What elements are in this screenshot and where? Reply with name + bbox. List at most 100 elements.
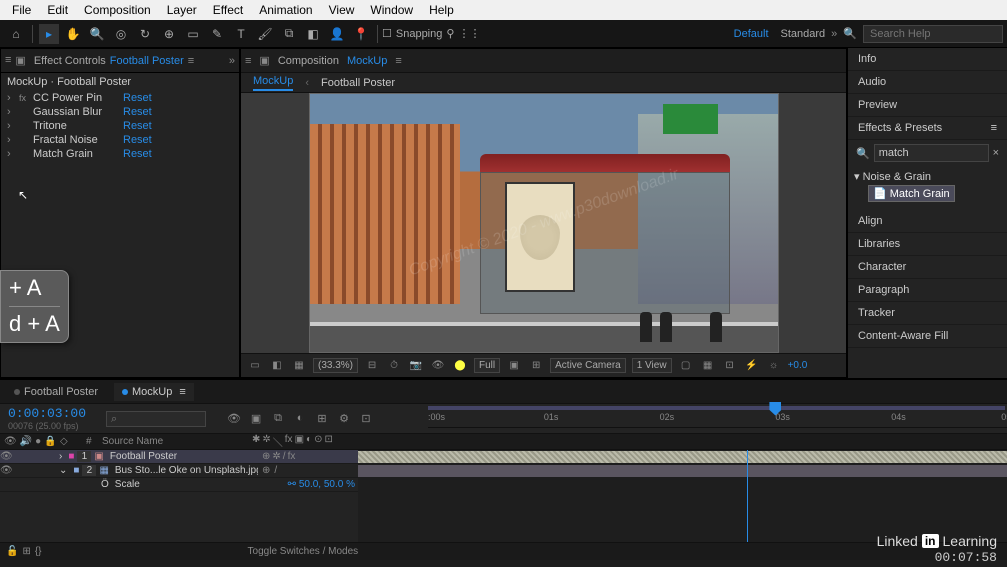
camera-dropdown[interactable]: Active Camera bbox=[550, 358, 626, 373]
menu-composition[interactable]: Composition bbox=[76, 1, 159, 19]
fx-badge-icon[interactable] bbox=[19, 149, 33, 159]
tree-group[interactable]: ▾ Noise & Grain bbox=[854, 168, 1001, 185]
effect-reset-link[interactable]: Reset bbox=[123, 148, 152, 160]
character-panel-header[interactable]: Character bbox=[848, 256, 1007, 279]
view-opt3-icon[interactable]: ⊡ bbox=[722, 358, 738, 374]
disclosure-icon[interactable]: › bbox=[7, 134, 19, 146]
rotate-tool-icon[interactable]: ↻ bbox=[135, 24, 155, 44]
menu-window[interactable]: Window bbox=[362, 1, 421, 19]
anchor-tool-icon[interactable]: ⊕ bbox=[159, 24, 179, 44]
eye-toggle[interactable]: 👁 bbox=[0, 451, 13, 462]
layer-bar[interactable] bbox=[358, 451, 1007, 463]
menu-file[interactable]: File bbox=[4, 1, 39, 19]
timeline-track-area[interactable] bbox=[358, 450, 1007, 542]
alpha-icon[interactable]: ◧ bbox=[269, 358, 285, 374]
property-row[interactable]: Ö Scale ⚯ 50.0, 50.0 % bbox=[0, 478, 358, 492]
effects-presets-header[interactable]: Effects & Presets ≡ bbox=[848, 117, 1007, 140]
disclosure-icon[interactable]: › bbox=[56, 451, 65, 462]
view-opt1-icon[interactable]: ▢ bbox=[678, 358, 694, 374]
disclosure-icon[interactable]: › bbox=[7, 148, 19, 160]
disclosure-icon[interactable]: › bbox=[7, 120, 19, 132]
grid-icon[interactable]: ⊞ bbox=[528, 358, 544, 374]
label-color-icon[interactable]: ■ bbox=[70, 465, 82, 476]
panel-lock-icon[interactable]: ≡ bbox=[245, 55, 251, 67]
tl-footer-icon[interactable]: {} bbox=[35, 546, 42, 557]
eye-toggle[interactable]: 👁 bbox=[0, 465, 13, 476]
tl-footer-icon[interactable]: 🔓 bbox=[6, 546, 18, 557]
panel-overflow-icon[interactable]: » bbox=[229, 55, 235, 67]
libraries-panel-header[interactable]: Libraries bbox=[848, 233, 1007, 256]
render-icon[interactable]: ⊡ bbox=[358, 412, 374, 425]
fx-badge-icon[interactable] bbox=[19, 107, 33, 117]
disclosure-icon[interactable]: › bbox=[7, 92, 19, 104]
menu-view[interactable]: View bbox=[321, 1, 363, 19]
brush-tool-icon[interactable]: 🖌 bbox=[255, 24, 275, 44]
stopwatch-icon[interactable]: Ö bbox=[98, 479, 112, 490]
shy-icon[interactable]: 👁 bbox=[226, 412, 242, 425]
tl-footer-icon[interactable]: ⊞ bbox=[22, 546, 30, 557]
content-aware-fill-header[interactable]: Content-Aware Fill bbox=[848, 325, 1007, 348]
roto-tool-icon[interactable]: 👤 bbox=[327, 24, 347, 44]
frame-blend-icon[interactable]: ⧉ bbox=[270, 412, 286, 425]
layer-row[interactable]: 👁 › ■ 1 ▣ Football Poster ⊕✲/fx bbox=[0, 450, 358, 464]
breadcrumb-item[interactable]: Football Poster bbox=[321, 77, 395, 89]
label-color-icon[interactable]: ■ bbox=[65, 451, 77, 462]
property-value[interactable]: ⚯ 50.0, 50.0 % bbox=[285, 479, 358, 490]
timecode-icon[interactable]: ⏱ bbox=[386, 358, 402, 374]
workspace-standard[interactable]: Standard bbox=[781, 28, 826, 40]
time-ruler[interactable]: :00s 01s 02s 03s 04s 05s bbox=[428, 410, 1007, 428]
hand-tool-icon[interactable]: ✋ bbox=[63, 24, 83, 44]
home-icon[interactable]: ⌂ bbox=[6, 24, 26, 44]
menu-edit[interactable]: Edit bbox=[39, 1, 76, 19]
effect-row[interactable]: › Tritone Reset bbox=[1, 119, 239, 133]
stamp-tool-icon[interactable]: ⧉ bbox=[279, 24, 299, 44]
disclosure-icon[interactable]: ⌄ bbox=[56, 465, 70, 476]
fx-badge-icon[interactable] bbox=[19, 135, 33, 145]
zoom-tool-icon[interactable]: 🔍 bbox=[87, 24, 107, 44]
selection-tool-icon[interactable]: ▸ bbox=[39, 24, 59, 44]
work-area-bar[interactable] bbox=[428, 406, 1005, 410]
info-panel-header[interactable]: Info bbox=[848, 48, 1007, 71]
orbit-tool-icon[interactable]: ◎ bbox=[111, 24, 131, 44]
clear-search-icon[interactable]: × bbox=[989, 147, 1003, 159]
audio-panel-header[interactable]: Audio bbox=[848, 71, 1007, 94]
menu-help[interactable]: Help bbox=[421, 1, 462, 19]
menu-layer[interactable]: Layer bbox=[159, 1, 205, 19]
eraser-tool-icon[interactable]: ◧ bbox=[303, 24, 323, 44]
view-opt2-icon[interactable]: ▦ bbox=[700, 358, 716, 374]
fast-preview-icon[interactable]: ⚡ bbox=[744, 358, 760, 374]
menu-effect[interactable]: Effect bbox=[205, 1, 251, 19]
text-tool-icon[interactable]: T bbox=[231, 24, 251, 44]
composition-name-link[interactable]: MockUp bbox=[347, 55, 387, 67]
effect-reset-link[interactable]: Reset bbox=[123, 92, 152, 104]
motion-blur-icon[interactable]: ◐ bbox=[292, 412, 308, 425]
roi-icon[interactable]: ▣ bbox=[506, 358, 522, 374]
res-half-icon[interactable]: ⊟ bbox=[364, 358, 380, 374]
disclosure-icon[interactable]: › bbox=[7, 106, 19, 118]
composition-viewer[interactable]: Copyright © 2020 - www.p30download.ir bbox=[241, 93, 846, 353]
source-name-col[interactable]: Source Name bbox=[98, 436, 248, 447]
puppet-tool-icon[interactable]: 📍 bbox=[351, 24, 371, 44]
search-help-input[interactable] bbox=[863, 25, 1003, 43]
effect-controls-layer-link[interactable]: Football Poster bbox=[110, 55, 184, 67]
panel-menu-icon[interactable]: ≡ bbox=[991, 122, 997, 134]
breadcrumb-active[interactable]: MockUp bbox=[253, 75, 293, 91]
graph-editor-icon[interactable]: ⊞ bbox=[314, 412, 330, 425]
rectangle-tool-icon[interactable]: ▭ bbox=[183, 24, 203, 44]
effect-row[interactable]: › Gaussian Blur Reset bbox=[1, 105, 239, 119]
effect-row[interactable]: › Fractal Noise Reset bbox=[1, 133, 239, 147]
fx-badge-icon[interactable]: fx bbox=[19, 93, 33, 103]
panel-comp-icon[interactable]: ▣ bbox=[15, 54, 25, 67]
draft3d-icon[interactable]: ▣ bbox=[248, 412, 264, 425]
panel-lock-icon[interactable]: ≡ bbox=[5, 54, 11, 67]
workspace-default[interactable]: Default bbox=[728, 26, 775, 42]
brainstorm-icon[interactable]: ⚙ bbox=[336, 412, 352, 425]
effect-reset-link[interactable]: Reset bbox=[123, 120, 152, 132]
magnify-icon[interactable]: ▭ bbox=[247, 358, 263, 374]
show-snapshot-icon[interactable]: 👁 bbox=[430, 358, 446, 374]
snapping-checkbox[interactable]: ☐ Snapping ⚲ ⋮⋮ bbox=[382, 27, 480, 40]
exposure-icon[interactable]: ☼ bbox=[766, 358, 782, 374]
layer-bar[interactable] bbox=[358, 465, 1007, 477]
effect-reset-link[interactable]: Reset bbox=[123, 106, 152, 118]
zoom-dropdown[interactable]: (33.3%) bbox=[313, 358, 358, 373]
